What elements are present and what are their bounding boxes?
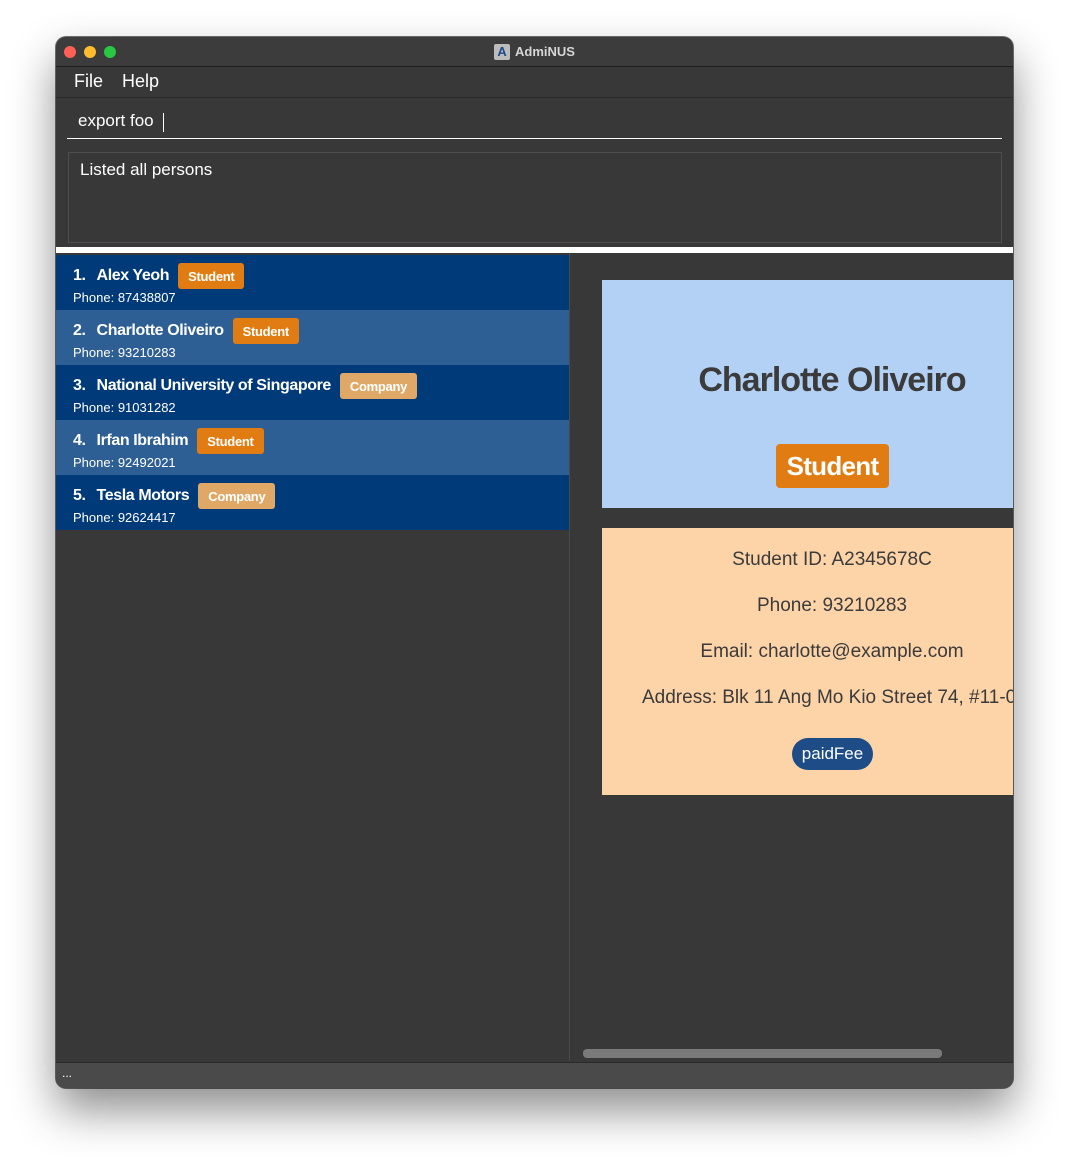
person-list-panel: 1. Alex Yeoh Student Phone: 87438807 2. …: [56, 253, 570, 1061]
person-list-item-selected[interactable]: 2. Charlotte Oliveiro Student Phone: 932…: [56, 310, 569, 365]
detail-email: Email: charlotte@example.com: [700, 641, 964, 662]
person-index: 3.: [73, 377, 86, 394]
detail-address: Address: Blk 11 Ang Mo Kio Street 74, #1…: [642, 687, 1013, 708]
detail-student-id: Student ID: A2345678C: [732, 549, 932, 570]
person-phone: Phone: 93210283: [73, 345, 176, 360]
person-phone: Phone: 92624417: [73, 510, 176, 525]
person-phone: Phone: 92492021: [73, 455, 176, 470]
detail-header-card: Charlotte Oliveiro Student: [602, 280, 1013, 508]
app-logo-icon: A: [494, 43, 511, 60]
app-window: A AdmiNUS File Help Listed all persons 1…: [56, 37, 1013, 1088]
person-detail-panel: Charlotte Oliveiro Student Student ID: A…: [570, 253, 1013, 1061]
person-name: Alex Yeoh: [96, 267, 170, 284]
person-tag-badge: Company: [198, 483, 276, 509]
result-display: Listed all persons: [68, 152, 1002, 243]
horizontal-scrollbar[interactable]: [583, 1049, 942, 1058]
result-message: Listed all persons: [80, 160, 213, 179]
person-tag-badge: Student: [197, 428, 264, 454]
person-phone: Phone: 91031282: [73, 400, 176, 415]
detail-phone: Phone: 93210283: [756, 595, 908, 616]
person-name: National University of Singapore: [96, 377, 332, 394]
window-title-group: A AdmiNUS: [56, 37, 1013, 66]
person-tag-badge: Student: [178, 263, 245, 289]
detail-tag-badge: Student: [776, 444, 889, 488]
person-name: Tesla Motors: [96, 487, 190, 504]
text-caret: [163, 113, 164, 132]
person-list-item[interactable]: 3. National University of Singapore Comp…: [56, 365, 569, 420]
status-text: ...: [62, 1066, 73, 1080]
person-index: 2.: [73, 322, 86, 339]
person-list-item[interactable]: 4. Irfan Ibrahim Student Phone: 92492021: [56, 420, 569, 475]
menu-help[interactable]: Help: [122, 71, 159, 92]
menu-bar: File Help: [56, 67, 1013, 98]
detail-info-card: Student ID: A2345678C Phone: 93210283 Em…: [602, 528, 1013, 795]
window-title: AdmiNUS: [515, 44, 575, 59]
person-name: Irfan Ibrahim: [96, 432, 189, 449]
person-name: Charlotte Oliveiro: [96, 322, 224, 339]
person-tag-badge: Student: [232, 318, 299, 344]
command-input[interactable]: [67, 105, 1013, 137]
detail-name: Charlotte Oliveiro: [698, 361, 966, 399]
person-index: 1.: [73, 267, 86, 284]
person-index: 4.: [73, 432, 86, 449]
fee-status-tag: paidFee: [792, 738, 873, 770]
person-phone: Phone: 87438807: [73, 290, 176, 305]
command-box: [67, 105, 1013, 139]
menu-file[interactable]: File: [74, 71, 103, 92]
person-list-item[interactable]: 5. Tesla Motors Company Phone: 92624417: [56, 475, 569, 530]
person-list-item[interactable]: 1. Alex Yeoh Student Phone: 87438807: [56, 255, 569, 310]
title-bar: A AdmiNUS: [56, 37, 1013, 67]
person-index: 5.: [73, 487, 86, 504]
status-bar: ...: [56, 1062, 1013, 1088]
person-tag-badge: Company: [339, 373, 418, 399]
